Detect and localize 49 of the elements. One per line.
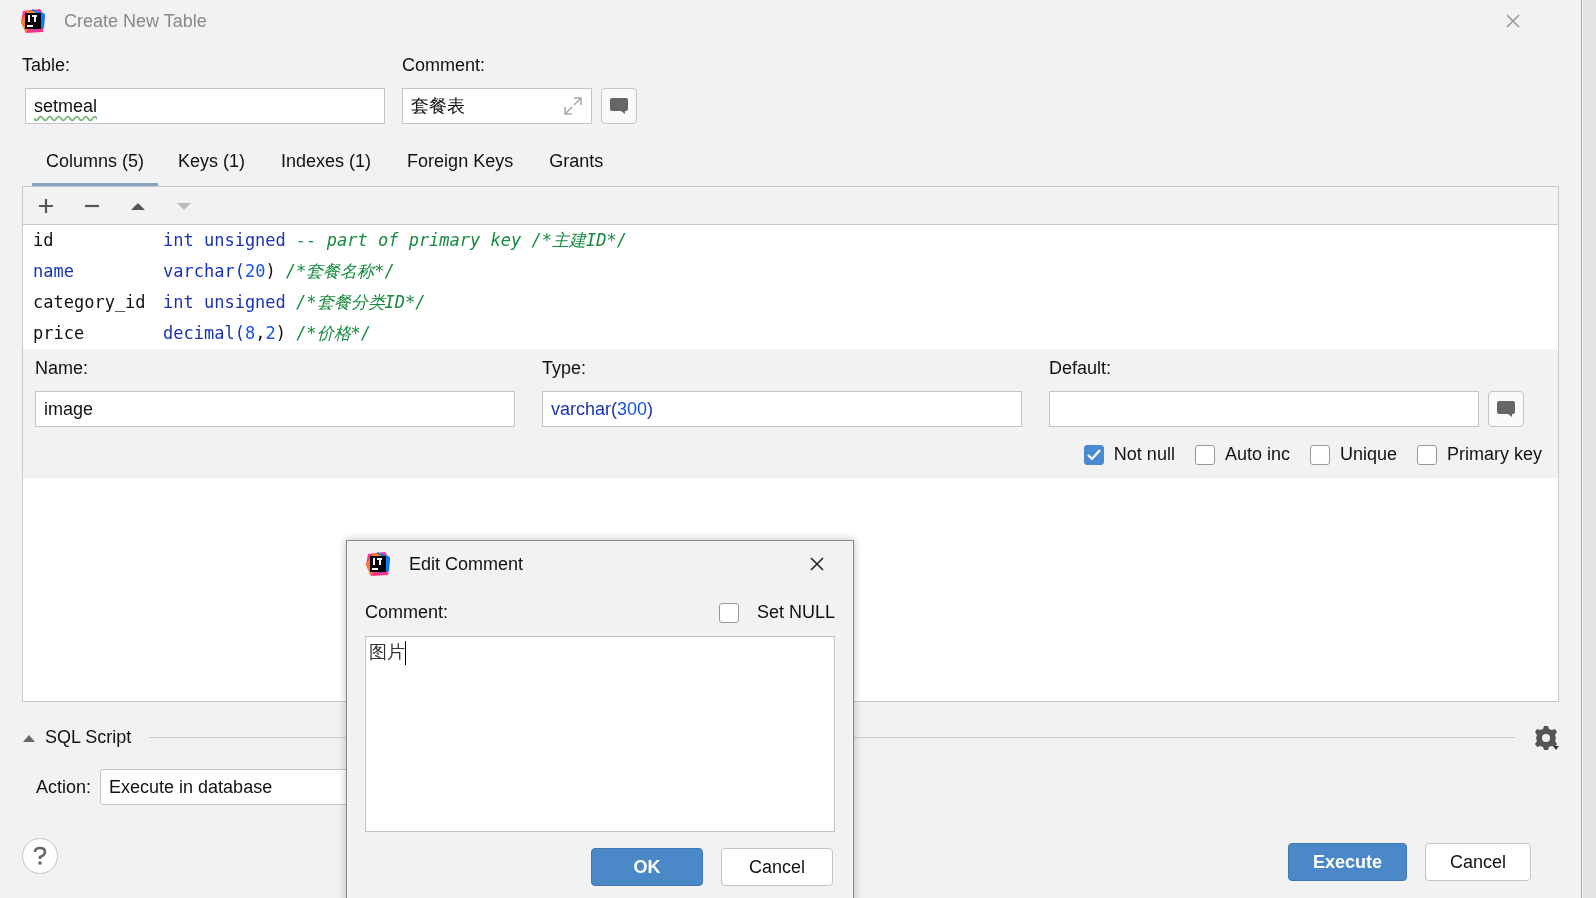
checkbox-label: Set NULL [756,601,835,624]
table-name-field[interactable]: setmeal [25,88,385,124]
button[interactable]: Cancel [1424,843,1531,881]
comment-field[interactable]: 套餐表 [402,88,592,124]
checkbox[interactable] [1309,444,1330,465]
comment-button[interactable] [1488,391,1524,427]
button[interactable]: Execute [1287,843,1407,881]
field-label: Type: [542,357,588,380]
tab[interactable]: Grants [549,142,604,186]
button[interactable]: Cancel [721,848,833,886]
text-field[interactable] [1049,391,1479,427]
column-row[interactable]: id int unsigned -- part of primary key /*主建ID*/ [33,225,1548,256]
section-title[interactable]: SQL Script [45,724,132,751]
checkbox-label: Primary key [1447,443,1542,466]
checkbox[interactable] [1083,444,1104,465]
comment-button[interactable] [601,88,637,124]
dialog-title: Edit Comment [409,552,524,576]
window-title: Create New Table [64,9,207,33]
app-logo-icon [20,8,46,34]
checkbox-label: Auto inc [1224,443,1290,466]
field-label: Comment: [365,601,449,624]
field-label: Action: [36,775,92,799]
checkbox-label: Unique [1339,443,1397,466]
speech-bubble-icon [609,97,629,115]
speech-bubble-icon [1496,400,1516,418]
settings-icon[interactable] [1533,724,1559,751]
column-row[interactable]: category_id int unsigned /*套餐分类ID*/ [33,287,1548,318]
question-mark-icon [32,846,48,866]
column-row[interactable]: name varchar(20) /*套餐名称*/ [33,256,1548,287]
close-icon[interactable] [809,556,825,572]
tab[interactable]: Foreign Keys [407,142,514,186]
field-label: Table: [22,54,72,77]
tab[interactable]: Keys (1) [178,142,246,186]
text-field[interactable]: image [35,391,515,427]
column-row[interactable]: price decimal(8,2) /*价格*/ [33,318,1548,349]
checkbox[interactable] [1417,444,1437,465]
comment-text-area[interactable]: 图片 [365,636,835,832]
checkbox[interactable] [1194,444,1215,465]
field-label: Default: [1049,357,1113,380]
button[interactable]: OK [591,848,703,886]
tab[interactable]: Indexes (1) [281,142,372,186]
text-cursor [405,641,406,666]
help-button[interactable] [22,838,58,874]
app-logo-icon [365,551,391,577]
checkbox-label: Not null [1113,443,1175,466]
text-field[interactable]: varchar(300) [542,391,1022,427]
field-label: Name: [35,357,89,380]
checkbox[interactable] [718,602,739,623]
field-label: Comment: [402,54,487,77]
